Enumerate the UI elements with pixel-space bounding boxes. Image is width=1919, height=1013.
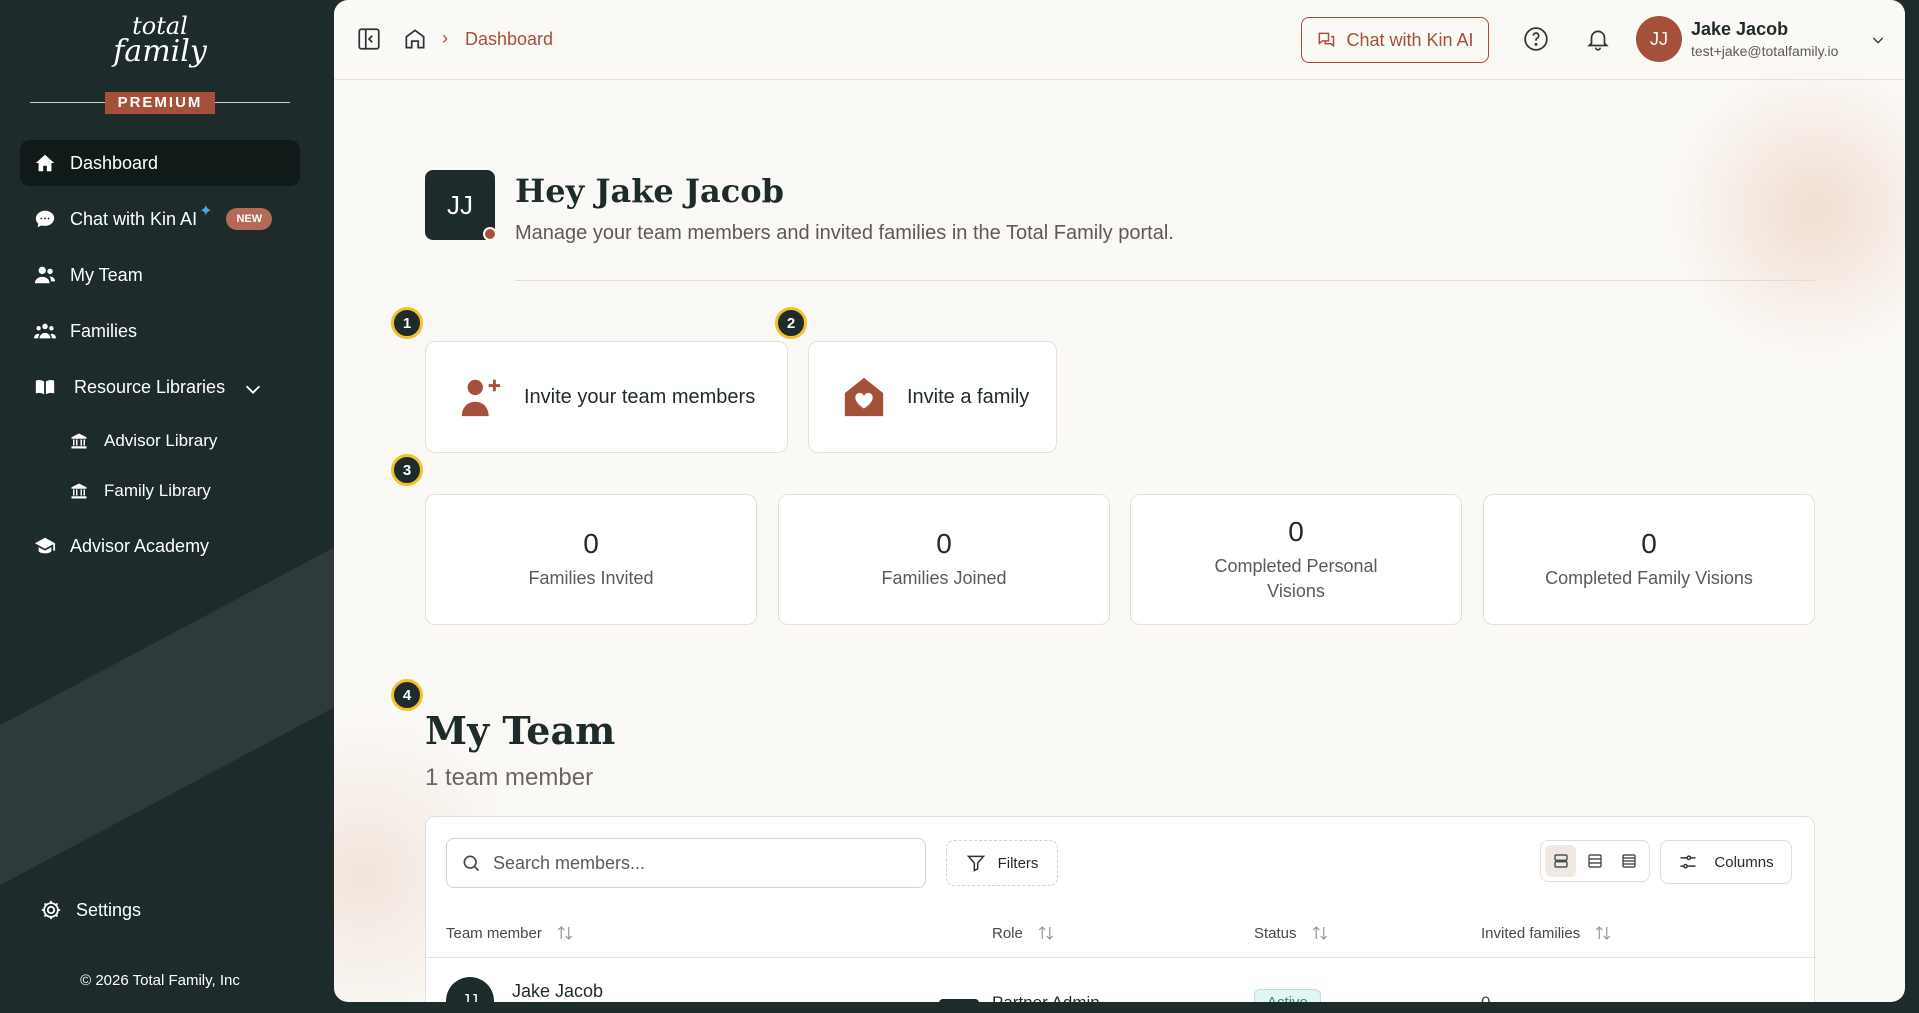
sidebar-item-chat-kin-ai[interactable]: Chat with Kin AI ✦ NEW	[20, 196, 300, 242]
rows-standard-icon	[1588, 854, 1602, 868]
search-field[interactable]	[446, 838, 926, 888]
sidebar-decoration	[0, 533, 334, 907]
avatar: JJ	[446, 977, 494, 1002]
step-marker-1: 1	[391, 307, 423, 339]
search-input[interactable]	[493, 852, 913, 874]
main-panel: › Dashboard Chat with Kin AI JJ Jake Jac…	[334, 0, 1905, 1002]
user-name[interactable]: Jake Jacob	[1691, 19, 1788, 40]
premium-badge: PREMIUM	[105, 92, 215, 114]
new-badge: NEW	[226, 208, 273, 230]
chevron-down-icon[interactable]	[1870, 32, 1886, 48]
view-compact-button[interactable]	[1614, 845, 1645, 877]
users-icon	[34, 266, 56, 284]
role-icon	[939, 999, 979, 1002]
sidebar-item-advisor-academy[interactable]: Advisor Academy	[20, 523, 300, 569]
library-icon	[71, 433, 87, 449]
invite-team-card[interactable]: Invite your team members	[425, 341, 788, 453]
library-icon	[71, 483, 87, 499]
divider	[515, 280, 1815, 281]
sidebar-item-resource-libraries[interactable]: Resource Libraries	[20, 364, 300, 410]
rows-comfortable-icon	[1554, 854, 1568, 868]
house-heart-icon	[844, 377, 884, 417]
step-marker-3: 3	[391, 454, 423, 486]
help-button[interactable]	[1523, 26, 1549, 52]
breadcrumb[interactable]: Dashboard	[465, 29, 553, 50]
stat-completed-personal-visions: 0 Completed Personal Visions	[1130, 494, 1462, 625]
page-title: Hey Jake Jacob	[515, 172, 784, 210]
copyright: © 2026 Total Family, Inc	[80, 972, 240, 989]
stat-completed-family-visions: 0 Completed Family Visions	[1483, 494, 1815, 625]
total-family-logo[interactable]: total family	[0, 14, 320, 66]
section-title-my-team: My Team	[425, 708, 616, 753]
breadcrumb-separator-icon: ›	[442, 28, 448, 48]
chat-bubble-icon	[35, 210, 55, 228]
density-toggle	[1540, 840, 1650, 882]
chat-icon	[1318, 32, 1335, 48]
notifications-button[interactable]	[1585, 26, 1611, 52]
stat-families-invited: 0 Families Invited	[425, 494, 757, 625]
sidebar-item-advisor-library[interactable]: Advisor Library	[20, 418, 300, 464]
sidebar-item-my-team[interactable]: My Team	[20, 252, 300, 298]
filter-icon	[966, 855, 985, 872]
column-header-status[interactable]: Status	[1254, 924, 1329, 942]
stat-families-joined: 0 Families Joined	[778, 494, 1110, 625]
team-member-count: 1 team member	[425, 764, 594, 791]
group-icon	[34, 323, 56, 339]
status-badge: Active	[1254, 989, 1321, 1002]
columns-button[interactable]: Columns	[1660, 840, 1792, 884]
filters-button[interactable]: Filters	[946, 840, 1058, 886]
chevron-down-icon[interactable]	[242, 378, 264, 400]
invited-families-count: 0	[1481, 993, 1490, 1002]
sidebar-item-families[interactable]: Families	[20, 308, 300, 354]
user-email: test+jake@totalfamily.io	[1691, 43, 1839, 59]
premium-tier: PREMIUM	[30, 92, 290, 114]
hero-avatar: JJ	[425, 170, 497, 241]
sort-icon	[557, 926, 573, 940]
sidebar-collapse-icon	[358, 28, 380, 50]
chat-kin-ai-button[interactable]: Chat with Kin AI	[1301, 17, 1489, 63]
team-table: Filters Columns Team member Role St	[425, 816, 1816, 1002]
search-icon	[463, 855, 480, 872]
page-subtitle: Manage your team members and invited fam…	[515, 222, 1174, 244]
sidebar: total family PREMIUM Dashboard Chat with…	[0, 0, 334, 1013]
graduation-cap-icon	[34, 537, 56, 554]
divider	[426, 957, 1816, 958]
home-icon	[35, 154, 55, 172]
sidebar-item-family-library[interactable]: Family Library	[20, 468, 300, 514]
column-header-role[interactable]: Role	[992, 924, 1055, 942]
home-icon	[405, 29, 425, 49]
member-name[interactable]: Jake Jacob	[512, 981, 603, 1002]
gear-icon	[41, 900, 61, 920]
sidebar-item-settings[interactable]: Settings	[20, 887, 300, 933]
add-user-icon	[461, 379, 501, 417]
sliders-icon	[1680, 855, 1696, 869]
sparkle-icon: ✦	[199, 203, 213, 220]
view-comfortable-button[interactable]	[1545, 845, 1577, 877]
sidebar-item-dashboard[interactable]: Dashboard	[20, 140, 300, 186]
top-bar: › Dashboard Chat with Kin AI JJ Jake Jac…	[334, 0, 1905, 80]
home-breadcrumb-button[interactable]	[402, 26, 428, 52]
user-avatar[interactable]: JJ	[1636, 16, 1682, 62]
background-glow	[1665, 60, 1905, 360]
column-header-team-member[interactable]: Team member	[446, 924, 574, 942]
help-circle-icon	[1524, 27, 1548, 51]
rows-compact-icon	[1622, 854, 1636, 868]
sort-icon	[1038, 926, 1054, 940]
step-marker-4: 4	[391, 679, 423, 711]
sort-icon	[1596, 926, 1611, 940]
member-role: Partner Admin	[992, 993, 1100, 1002]
collapse-sidebar-button[interactable]	[356, 26, 382, 52]
bell-icon	[1587, 30, 1609, 51]
status-dot	[483, 227, 497, 241]
column-header-invited-families[interactable]: Invited families	[1481, 924, 1612, 942]
invite-family-card[interactable]: Invite a family	[808, 341, 1057, 453]
step-marker-2: 2	[775, 307, 807, 339]
view-standard-button[interactable]	[1579, 845, 1610, 877]
sort-icon	[1312, 926, 1327, 940]
book-open-icon	[35, 379, 55, 395]
